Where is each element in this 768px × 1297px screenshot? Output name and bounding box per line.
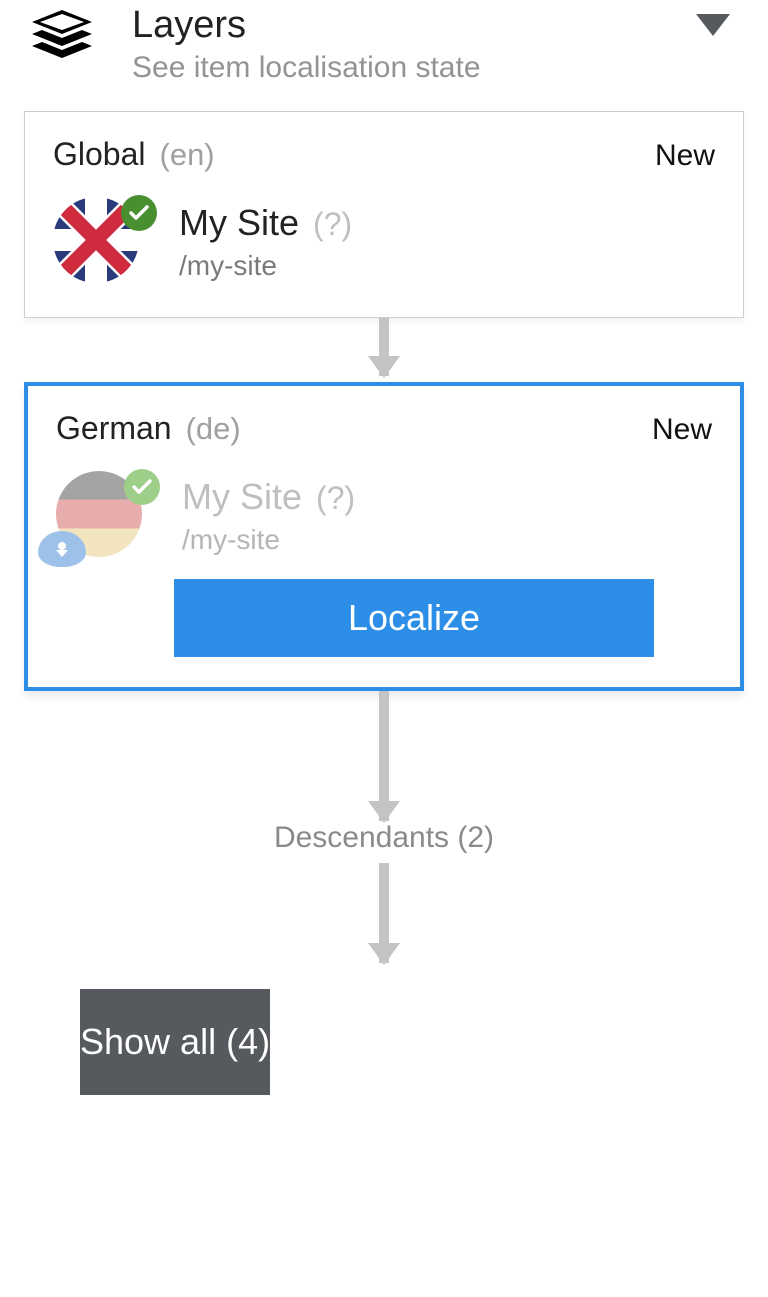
- site-path: /my-site: [182, 524, 355, 556]
- site-title: My Site: [179, 202, 299, 244]
- layer-status: New: [652, 413, 712, 447]
- localize-button[interactable]: Localize: [174, 579, 654, 657]
- arrow-down-icon: [379, 318, 389, 376]
- layer-name: Global: [53, 136, 146, 173]
- cloud-download-icon: [38, 531, 86, 567]
- site-title: My Site: [182, 476, 302, 518]
- arrow-down-icon: [379, 691, 389, 821]
- show-all-button[interactable]: Show all (4): [80, 989, 270, 1095]
- site-info: My Site (?) /my-site: [182, 476, 355, 556]
- flag-uk-icon: [53, 197, 149, 287]
- panel-header: Layers See item localisation state: [0, 0, 768, 85]
- arrow-down-icon: [379, 863, 389, 963]
- layers-icon: [30, 10, 94, 73]
- check-icon: [124, 469, 160, 505]
- layer-code: (de): [186, 411, 241, 447]
- help-icon[interactable]: (?): [316, 480, 355, 517]
- layer-status: New: [655, 139, 715, 173]
- help-icon[interactable]: (?): [313, 206, 352, 243]
- layer-card-head: Global (en) New: [53, 136, 715, 173]
- site-info: My Site (?) /my-site: [179, 202, 352, 282]
- layer-code: (en): [160, 137, 215, 173]
- collapse-toggle[interactable]: [696, 14, 730, 43]
- layer-name: German: [56, 410, 172, 447]
- panel-subtitle: See item localisation state: [132, 51, 696, 85]
- descendants-label: Descendants (2): [0, 821, 768, 855]
- flag-de-icon: [56, 471, 152, 561]
- panel-title: Layers: [132, 4, 696, 47]
- header-text: Layers See item localisation state: [132, 4, 696, 85]
- layer-card-german[interactable]: German (de) New My Site (?) /my-site Loc…: [24, 382, 744, 691]
- check-icon: [121, 195, 157, 231]
- site-path: /my-site: [179, 250, 352, 282]
- layer-card-global[interactable]: Global (en) New My Site (?) /my-site: [24, 111, 744, 318]
- layer-card-head: German (de) New: [56, 410, 712, 447]
